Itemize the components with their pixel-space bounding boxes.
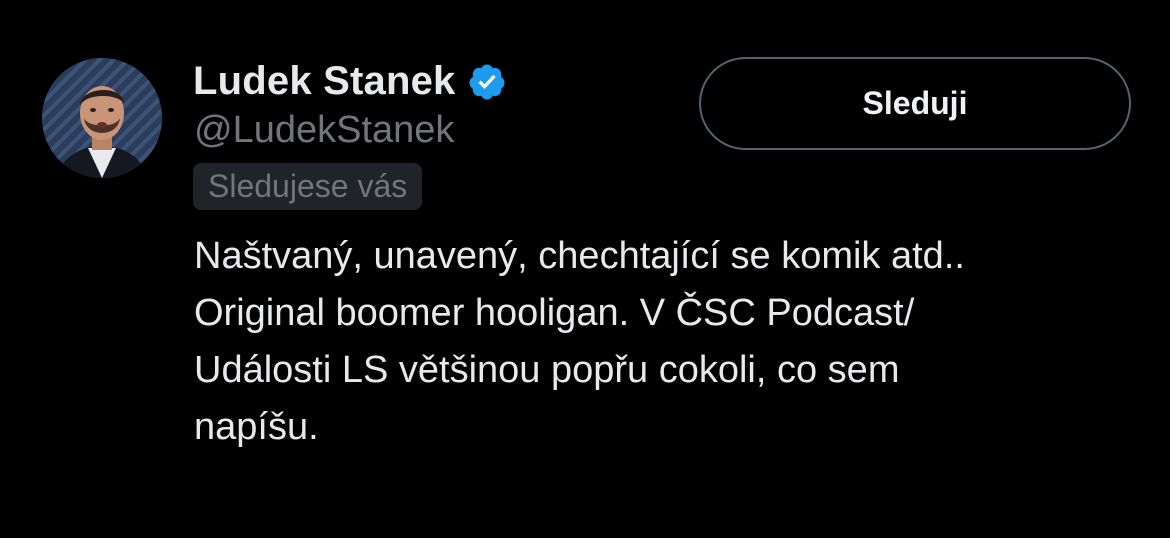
follows-you-badge: Sledujese vás [193,163,423,210]
verified-badge-icon[interactable] [467,62,507,102]
profile-photo [42,58,162,178]
profile-card: Ludek Stanek @LudekStanek Sledujese vás … [0,0,1170,538]
bio-line: Original boomer hooligan. V ČSC Podcast/ [194,292,915,334]
bio-line: Naštvaný, unavený, chechtající se komik … [194,235,965,277]
avatar[interactable] [42,58,162,178]
bio-line: napíšu. [194,406,319,448]
following-button[interactable]: Sleduji [699,57,1131,150]
user-handle[interactable]: @LudekStanek [194,109,454,152]
profile-bio: Naštvaný, unavený, chechtající se komik … [194,228,1134,456]
bio-line: Události LS většinou popřu cokoli, co se… [194,349,900,391]
display-name[interactable]: Ludek Stanek [193,59,455,104]
name-row: Ludek Stanek [193,52,507,110]
